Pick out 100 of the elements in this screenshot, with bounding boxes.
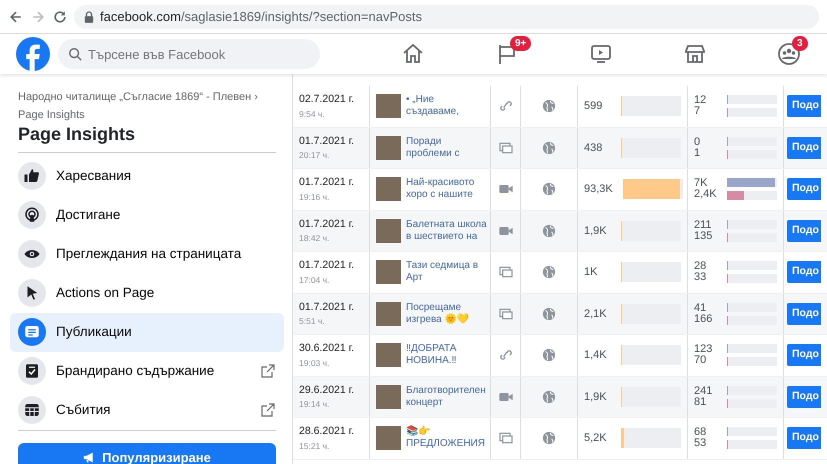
address-bar[interactable]: facebook.com/saglasie1869/insights/?section=navPosts	[74, 4, 819, 28]
url-text: facebook.com/saglasie1869/insights/?section=navPosts	[100, 8, 422, 26]
post-time: 19:14 ч.	[299, 398, 330, 411]
broadcast-icon	[23, 206, 41, 224]
post-time: 5:51 ч.	[299, 315, 325, 328]
sidebar-item[interactable]: Преглеждания на страницата	[10, 234, 284, 274]
post-title-link[interactable]: Тази седмица в Арт	[406, 260, 478, 284]
boost-button[interactable]: Подо	[787, 302, 821, 325]
boost-button[interactable]: Подо	[787, 136, 821, 159]
post-title-link[interactable]: Посрещаме изгрева 🌞💛	[406, 302, 468, 326]
engagement-value: 7K	[694, 178, 708, 190]
reach-value: 599	[584, 99, 604, 114]
album-icon	[498, 430, 514, 446]
post-date: 29.6.2021 г.	[299, 382, 354, 398]
boost-button[interactable]: Подо	[787, 261, 821, 284]
album-icon	[498, 140, 514, 156]
search-icon	[68, 47, 82, 61]
post-title-link[interactable]: ‼ДОБРАТА НОВИНА.‼	[406, 343, 457, 368]
post-date: 30.6.2021 г.	[299, 341, 354, 356]
facebook-logo	[16, 37, 50, 71]
globe-icon	[542, 431, 556, 446]
reach-value: 2,1K	[584, 306, 608, 322]
engagement-value: 68	[694, 427, 708, 438]
post-title-link[interactable]: 📚👉 ПРЕДЛОЖЕНИЯ	[406, 426, 485, 450]
engagement-value: 28	[694, 261, 708, 272]
reach-value: 438	[584, 140, 604, 156]
engagement-value: 53	[694, 438, 708, 450]
boost-button[interactable]: Подо	[787, 386, 821, 408]
boost-button[interactable]: Подо	[787, 427, 821, 450]
post-title-link[interactable]: Поради проблеми с	[406, 136, 460, 160]
post-date: 01.7.2021 г.	[299, 258, 354, 273]
reload-icon	[52, 8, 68, 24]
photo-placeholder	[376, 260, 401, 284]
sidebar-item[interactable]: Събития	[10, 390, 284, 430]
post-time: 20:17 ч.	[299, 149, 330, 162]
post-title-link[interactable]: Балетната школа в шествието на	[406, 218, 487, 243]
post-title-link[interactable]: • „Ние създаваме,	[406, 94, 459, 118]
post-time: 19:03 ч.	[299, 356, 330, 370]
post-date: 01.7.2021 г.	[299, 175, 354, 190]
engagement-value: 135	[694, 230, 714, 242]
engagement-value: 211	[694, 220, 713, 231]
reach-value: 1,4K	[584, 348, 608, 363]
globe-icon	[542, 265, 556, 280]
post-time: 17:04 ч.	[299, 274, 330, 286]
engagement-value: 70	[694, 355, 708, 366]
engagement-value: 12	[694, 95, 708, 106]
album-icon	[498, 306, 514, 322]
video-icon	[589, 42, 613, 66]
photo-placeholder	[376, 218, 401, 243]
sidebar-item[interactable]: Публикации	[10, 312, 284, 352]
post-date: 28.6.2021 г.	[299, 424, 354, 439]
globe-icon	[542, 390, 556, 404]
boost-button[interactable]: Подо	[787, 220, 821, 242]
nav-tab[interactable]: 9+	[460, 34, 554, 74]
page-title: Page Insights	[17, 124, 136, 146]
engagement-value: 33	[694, 272, 708, 284]
photo-placeholder	[376, 136, 401, 160]
engagement-value: 0	[694, 136, 702, 148]
photo-placeholder	[376, 177, 401, 202]
reach-value: 1,9K	[584, 390, 608, 404]
engagement-value: 123	[694, 344, 714, 356]
reach-value: 1,9K	[584, 224, 608, 238]
lock-icon	[84, 10, 94, 22]
reach-value: 1K	[584, 265, 598, 280]
engagement-value: 166	[694, 314, 714, 325]
photo-placeholder	[376, 302, 401, 326]
photo-placeholder	[376, 384, 401, 409]
sidebar-item[interactable]: Actions on Page	[10, 274, 284, 313]
breadcrumb: Народно читалище „Съгласие 1869“ - Плевен › Page Insights	[17, 90, 259, 123]
engagement-value: 241	[694, 386, 714, 397]
globe-icon	[542, 348, 556, 362]
post-time: 9:54 ч.	[299, 108, 325, 120]
post-time: 19:16 ч.	[299, 190, 330, 204]
post-date: 01.7.2021 г.	[299, 216, 354, 232]
reach-value: 93,3K	[584, 182, 613, 197]
boost-button[interactable]: Подо	[787, 344, 821, 366]
engagement-value: 41	[694, 302, 708, 314]
sidebar-item[interactable]: Брандирано съдържание	[10, 352, 284, 391]
engagement-value: 2,4K	[694, 189, 718, 200]
post-time: 18:42 ч.	[299, 232, 330, 245]
globe-icon	[542, 224, 556, 238]
boost-button[interactable]: Подо	[787, 95, 821, 118]
reach-value: 5,2K	[584, 431, 608, 446]
globe-icon	[542, 99, 556, 114]
globe-icon	[542, 182, 556, 196]
globe-icon	[542, 140, 556, 155]
album-icon	[498, 264, 514, 280]
notification-badge: 9+	[510, 36, 532, 51]
boost-button[interactable]: Подо	[787, 178, 821, 200]
globe-icon	[542, 306, 556, 321]
sidebar-item[interactable]: Харесвания	[10, 156, 284, 196]
post-time: 15:21 ч.	[299, 440, 330, 452]
post-title-link[interactable]: Най-красивото хоро с нашите	[406, 177, 474, 202]
post-date: 02.7.2021 г.	[299, 92, 354, 107]
post-date: 01.7.2021 г.	[299, 134, 354, 148]
engagement-value: 7	[694, 106, 702, 118]
search-field[interactable]: Търсене във Facebook	[58, 39, 320, 69]
nav-tab[interactable]: 3	[742, 34, 827, 74]
sidebar-item[interactable]: Достигане	[10, 196, 284, 235]
post-title-link[interactable]: Благотворителен концерт	[406, 384, 486, 409]
